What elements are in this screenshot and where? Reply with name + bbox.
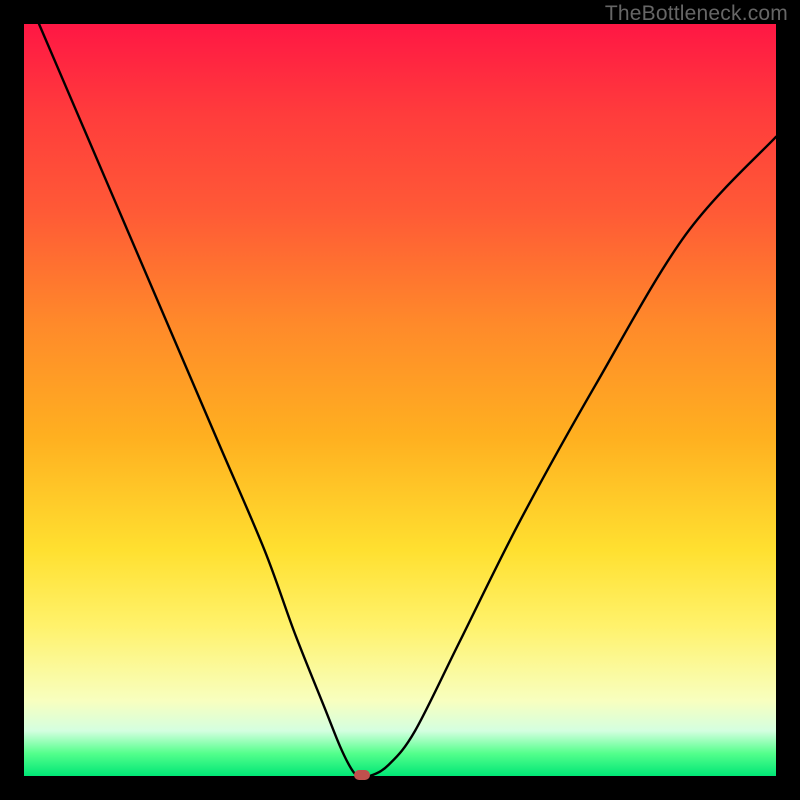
optimal-point-marker <box>354 770 370 780</box>
bottleneck-curve <box>24 24 776 776</box>
watermark-text: TheBottleneck.com <box>605 2 788 26</box>
chart-frame: TheBottleneck.com <box>0 0 800 800</box>
plot-area <box>24 24 776 776</box>
